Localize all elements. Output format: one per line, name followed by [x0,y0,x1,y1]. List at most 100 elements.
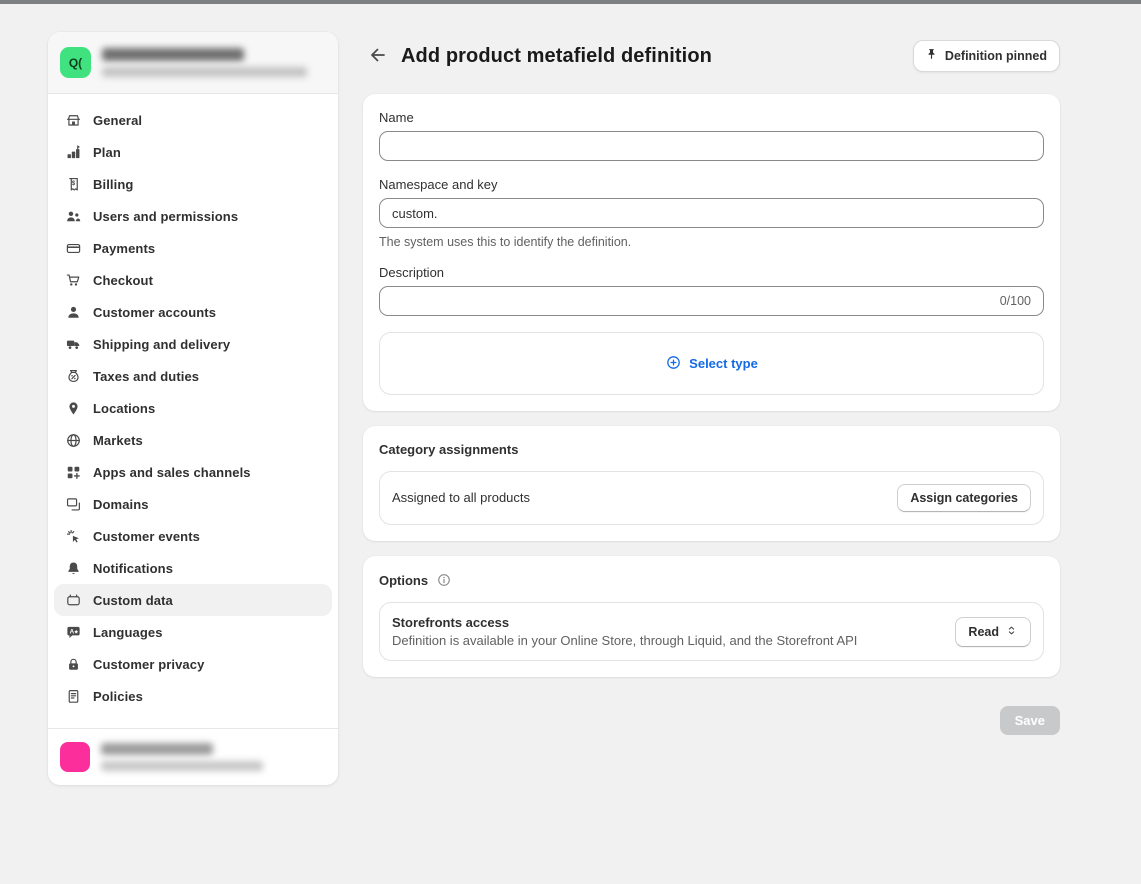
sidebar-item-payments[interactable]: Payments [54,232,332,264]
select-type-label: Select type [689,356,758,371]
checkout-icon [64,271,82,289]
sidebar-item-custom-data[interactable]: Custom data [54,584,332,616]
user-email-redacted [101,761,263,771]
sidebar-item-billing[interactable]: $ Billing [54,168,332,200]
namespace-label: Namespace and key [379,177,1044,192]
sidebar-item-shipping-and-delivery[interactable]: Shipping and delivery [54,328,332,360]
locations-icon [64,399,82,417]
store-icon [64,111,82,129]
page-title: Add product metafield definition [401,45,712,68]
store-header[interactable]: Q( [48,32,338,94]
namespace-help-text: The system uses this to identify the def… [379,235,1044,249]
sidebar-item-checkout[interactable]: Checkout [54,264,332,296]
definition-pinned-button[interactable]: Definition pinned [913,40,1060,72]
sidebar-item-label: Markets [93,433,143,448]
caret-updown-icon [1005,624,1018,640]
sidebar-item-locations[interactable]: Locations [54,392,332,424]
storefronts-access-select[interactable]: Read [955,617,1031,647]
page-header: Add product metafield definition Definit… [363,40,1060,72]
svg-text:A: A [69,628,74,635]
sidebar-item-policies[interactable]: Policies [54,680,332,712]
notifications-icon [64,559,82,577]
domains-icon [64,495,82,513]
languages-icon: A [64,623,82,641]
sidebar-item-apps-and-sales-channels[interactable]: Apps and sales channels [54,456,332,488]
user-name-redacted [101,743,213,755]
settings-nav: General Plan $ Billing Users and permissions… [48,94,338,728]
sidebar-item-label: Billing [93,177,133,192]
plan-icon [64,143,82,161]
taxes-icon [64,367,82,385]
storefronts-access-value: Read [968,625,999,639]
user-avatar [60,742,90,772]
storefronts-access-subtitle: Definition is available in your Online S… [392,633,955,648]
category-assignment-row: Assigned to all products Assign categori… [379,471,1044,525]
markets-icon [64,431,82,449]
assign-categories-button[interactable]: Assign categories [897,484,1031,512]
plus-circle-icon [665,354,682,374]
privacy-icon [64,655,82,673]
billing-icon: $ [64,175,82,193]
user-account-footer[interactable] [48,728,338,785]
sidebar-item-label: Taxes and duties [93,369,199,384]
sidebar-item-label: Customer accounts [93,305,216,320]
customer-events-icon [64,527,82,545]
sidebar-item-label: Customer events [93,529,200,544]
storefronts-access-title: Storefronts access [392,615,955,630]
sidebar-item-label: General [93,113,142,128]
store-name-redacted [102,48,244,61]
sidebar-item-label: Plan [93,145,121,160]
category-status-text: Assigned to all products [392,490,530,505]
namespace-key-input[interactable] [379,198,1044,228]
payments-icon [64,239,82,257]
sidebar-item-label: Locations [93,401,155,416]
definition-pinned-label: Definition pinned [945,49,1047,63]
category-assignments-card: Category assignments Assigned to all pro… [363,426,1060,541]
custom-data-icon [64,591,82,609]
sidebar-item-general[interactable]: General [54,104,332,136]
sidebar-item-taxes-and-duties[interactable]: Taxes and duties [54,360,332,392]
window-top-edge [0,0,1141,4]
description-input[interactable] [379,286,1044,316]
sidebar-item-notifications[interactable]: Notifications [54,552,332,584]
policies-icon [64,687,82,705]
store-avatar: Q( [60,47,91,78]
sidebar-item-languages[interactable]: A Languages [54,616,332,648]
sidebar-item-label: Domains [93,497,149,512]
sidebar-item-label: Apps and sales channels [93,465,251,480]
definition-form-card: Name Namespace and key The system uses t… [363,94,1060,411]
sidebar-item-label: Payments [93,241,155,256]
description-label: Description [379,265,1044,280]
select-type-button[interactable]: Select type [665,354,758,374]
sidebar-item-markets[interactable]: Markets [54,424,332,456]
sidebar-item-label: Notifications [93,561,173,576]
pin-icon [924,47,939,65]
store-url-redacted [102,67,307,77]
options-title: Options [379,573,428,588]
sidebar-item-plan[interactable]: Plan [54,136,332,168]
main-content: Add product metafield definition Definit… [363,40,1060,735]
back-button[interactable] [365,43,391,69]
info-icon[interactable] [436,572,452,588]
sidebar-item-customer-privacy[interactable]: Customer privacy [54,648,332,680]
customer-accounts-icon [64,303,82,321]
save-button[interactable]: Save [1000,706,1060,735]
sidebar-item-label: Checkout [93,273,153,288]
options-card: Options Storefronts access Definition is… [363,556,1060,677]
name-label: Name [379,110,1044,125]
sidebar-item-customer-events[interactable]: Customer events [54,520,332,552]
sidebar-item-label: Users and permissions [93,209,238,224]
sidebar-item-users-and-permissions[interactable]: Users and permissions [54,200,332,232]
sidebar-item-label: Policies [93,689,143,704]
name-input[interactable] [379,131,1044,161]
select-type-box: Select type [379,332,1044,395]
storefronts-access-row: Storefronts access Definition is availab… [379,602,1044,661]
sidebar-item-domains[interactable]: Domains [54,488,332,520]
shipping-icon [64,335,82,353]
settings-sidebar: Q( General Plan $ Billing Users and permissi… [48,32,338,785]
sidebar-item-customer-accounts[interactable]: Customer accounts [54,296,332,328]
sidebar-item-label: Custom data [93,593,173,608]
sidebar-item-label: Shipping and delivery [93,337,230,352]
sidebar-item-label: Languages [93,625,163,640]
category-assignments-title: Category assignments [379,442,518,457]
